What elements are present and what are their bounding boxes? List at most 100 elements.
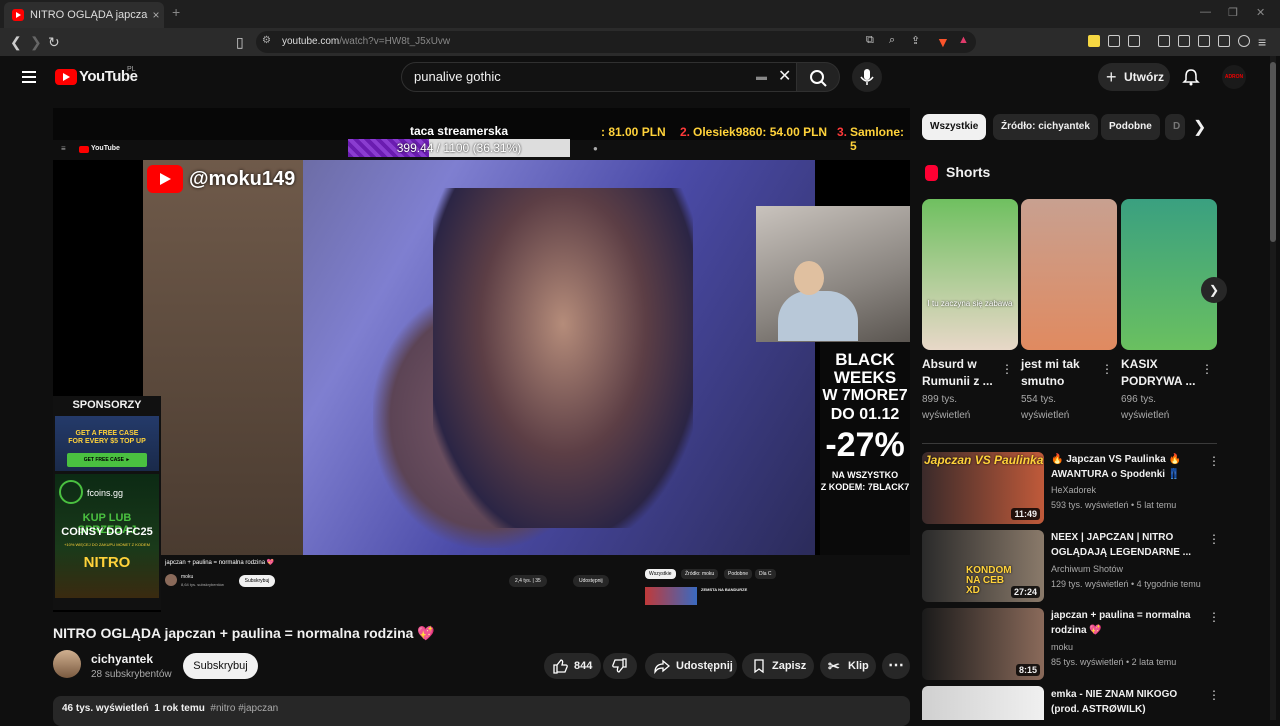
share-page-icon[interactable]: ⇪ (911, 34, 920, 47)
short-views-label: wyświetleń (1021, 410, 1070, 421)
brave-shield-icon[interactable]: ▼ (936, 34, 950, 50)
rec-thumbnail[interactable]: 8:15 (922, 608, 1044, 680)
rec-channel[interactable]: Archiwum Shotów (1051, 564, 1123, 574)
save-button[interactable]: Zapisz (742, 653, 814, 679)
keyboard-icon[interactable]: ▬ (756, 63, 767, 91)
rec-more-icon[interactable]: ⋮ (1208, 688, 1220, 702)
reload-icon[interactable]: ↻ (48, 34, 60, 51)
short-more-icon[interactable]: ⋮ (1001, 362, 1013, 376)
rec-title[interactable]: 🔥 Japczan VS Paulinka 🔥 AWANTURA o Spode… (1051, 452, 1201, 482)
share-button[interactable]: Udostępnij (645, 653, 737, 679)
new-tab-button[interactable]: + (172, 4, 180, 20)
description-box[interactable]: 46 tys. wyświetleń 1 rok temu #nitro #ja… (53, 696, 910, 726)
rec-more-icon[interactable]: ⋮ (1208, 610, 1220, 624)
webcam-overlay (756, 206, 910, 342)
forward-icon[interactable]: ❯ (30, 34, 42, 51)
hashtags[interactable]: #nitro #japczan (210, 703, 278, 714)
short-thumbnail[interactable] (1021, 199, 1117, 350)
browser-tab[interactable]: NITRO OGLĄDA japczan + pauli × (4, 2, 164, 28)
short-more-icon[interactable]: ⋮ (1101, 362, 1113, 376)
wallet-icon[interactable] (1198, 35, 1210, 47)
more-actions-icon[interactable]: ⋯ (882, 653, 910, 679)
bookmark-icon[interactable]: ▯ (236, 34, 244, 51)
hamburger-menu-icon[interactable] (22, 71, 36, 86)
notifications-bell-icon[interactable] (1182, 68, 1200, 86)
channel-avatar[interactable] (53, 650, 81, 678)
extension-icon[interactable] (1128, 35, 1140, 47)
site-info-icon[interactable]: ⚙ (262, 35, 271, 46)
chip-related[interactable]: Podobne (1101, 114, 1160, 140)
sponsor-brand: fcoins.gg (87, 488, 124, 498)
short-more-icon[interactable]: ⋮ (1201, 362, 1213, 376)
rec-title[interactable]: emka - NIE ZNAM NIKOGO (prod. ASTRØWILK) (1051, 687, 1201, 717)
rec-more-icon[interactable]: ⋮ (1208, 532, 1220, 546)
leo-ai-icon[interactable] (1218, 35, 1230, 47)
maximize-icon[interactable]: ❐ (1228, 6, 1238, 19)
fcoins-logo-icon (59, 480, 83, 504)
chip-source[interactable]: Źródło: cichyantek (993, 114, 1098, 140)
video-player[interactable]: ≡ YouTube ● taca streamerska 399.44 / 11… (53, 108, 910, 612)
chip-more[interactable]: D (1165, 114, 1185, 140)
clip-button[interactable]: ✂ Klip (820, 653, 876, 679)
search-button[interactable] (796, 62, 840, 92)
search-input[interactable]: punalive gothic ▬ ✕ (401, 62, 797, 92)
embedded-watch-info: japczan + paulina = normalna rodzina 💖 m… (161, 555, 910, 612)
promo-code: Z KODEM: 7BLACK7 (820, 482, 910, 492)
sponsors-title: SPONSORZY (72, 399, 142, 411)
short-views: 696 tys. wyświetleń (1121, 392, 1169, 424)
donor-3: Samlone: 5 (850, 125, 905, 153)
subscribe-button[interactable]: Subskrybuj (183, 653, 258, 679)
dislike-button[interactable] (603, 653, 637, 679)
promo-line: DO 01.12 (830, 406, 900, 423)
page-scrollbar-thumb[interactable] (1270, 62, 1276, 242)
rec-title[interactable]: NEEX | JAPCZAN | NITRO OGLĄDAJĄ LEGENDAR… (1051, 530, 1201, 560)
short-title-line: PODRYWA ... (1121, 374, 1196, 388)
short-title[interactable]: jest mi tak smutno (1021, 356, 1080, 390)
rec-title[interactable]: japczan + paulina = normalna rodzina 💖 (1051, 608, 1201, 638)
sidebar-icon[interactable] (1178, 35, 1190, 47)
youtube-logo-icon[interactable] (55, 69, 77, 85)
rec-thumbnail[interactable]: Japczan VS Paulinka 11:49 (922, 452, 1044, 524)
clear-search-icon[interactable]: ✕ (778, 63, 791, 91)
account-avatar[interactable]: ADRON (1222, 65, 1246, 89)
streamer-body (778, 291, 858, 341)
short-title[interactable]: KASIX PODRYWA ... (1121, 356, 1195, 390)
channel-name[interactable]: cichyantek (91, 652, 153, 666)
open-external-icon[interactable]: ⧉ (866, 34, 874, 47)
bookshelf-image (143, 160, 303, 555)
sponsor-ad-button: GET FREE CASE ► (67, 453, 147, 467)
tab-close-icon[interactable]: × (148, 8, 164, 22)
rec-thumbnail[interactable] (922, 686, 1044, 720)
zoom-icon[interactable]: ⌕ (889, 34, 895, 47)
channel-handle: @moku149 (189, 167, 296, 190)
rec-more-icon[interactable]: ⋮ (1208, 454, 1220, 468)
inner-youtube-logo-text: YouTube (91, 145, 120, 152)
chip-all[interactable]: Wszystkie (922, 114, 987, 140)
back-icon[interactable]: ❮ (10, 34, 22, 51)
short-views: 899 tys. wyświetleń (922, 392, 970, 424)
brave-rewards-icon[interactable]: ▲ (958, 34, 969, 46)
extension-icon[interactable] (1088, 35, 1100, 47)
rec-channel[interactable]: moku (1051, 642, 1073, 652)
rec-thumb-overlay: Japczan VS Paulinka (924, 453, 1044, 467)
short-title[interactable]: Absurd w Rumunii z ... (922, 356, 993, 390)
voice-search-button[interactable] (852, 62, 882, 92)
create-button[interactable]: + Utwórz (1098, 63, 1170, 91)
music-icon[interactable] (1158, 35, 1170, 47)
chip-scroll-right-icon[interactable]: ❯ (1193, 117, 1206, 137)
menu-icon[interactable]: ≡ (1258, 34, 1266, 50)
rec-channel[interactable]: HeXadorek (1051, 485, 1096, 495)
share-icon (654, 659, 670, 674)
like-button[interactable]: 844 (544, 653, 601, 679)
shorts-next-icon[interactable]: ❯ (1201, 277, 1227, 303)
inner-rec-title: ZEMSTA NA BANDURZE (701, 587, 748, 592)
short-thumbnail[interactable]: I tu zaczyna się zabawa (922, 199, 1018, 350)
vpn-icon[interactable] (1238, 35, 1250, 47)
short-thumbnail[interactable] (1121, 199, 1217, 350)
close-window-icon[interactable]: ✕ (1256, 6, 1265, 19)
sponsor-ad-1: GET A FREE CASE FOR EVERY $5 TOP UP GET … (55, 416, 159, 471)
puzzle-icon[interactable] (1108, 35, 1120, 47)
mic-icon (860, 69, 874, 85)
minimize-icon[interactable]: — (1200, 6, 1211, 18)
rec-thumbnail[interactable]: KONDOM NA CEB XD 27:24 (922, 530, 1044, 602)
